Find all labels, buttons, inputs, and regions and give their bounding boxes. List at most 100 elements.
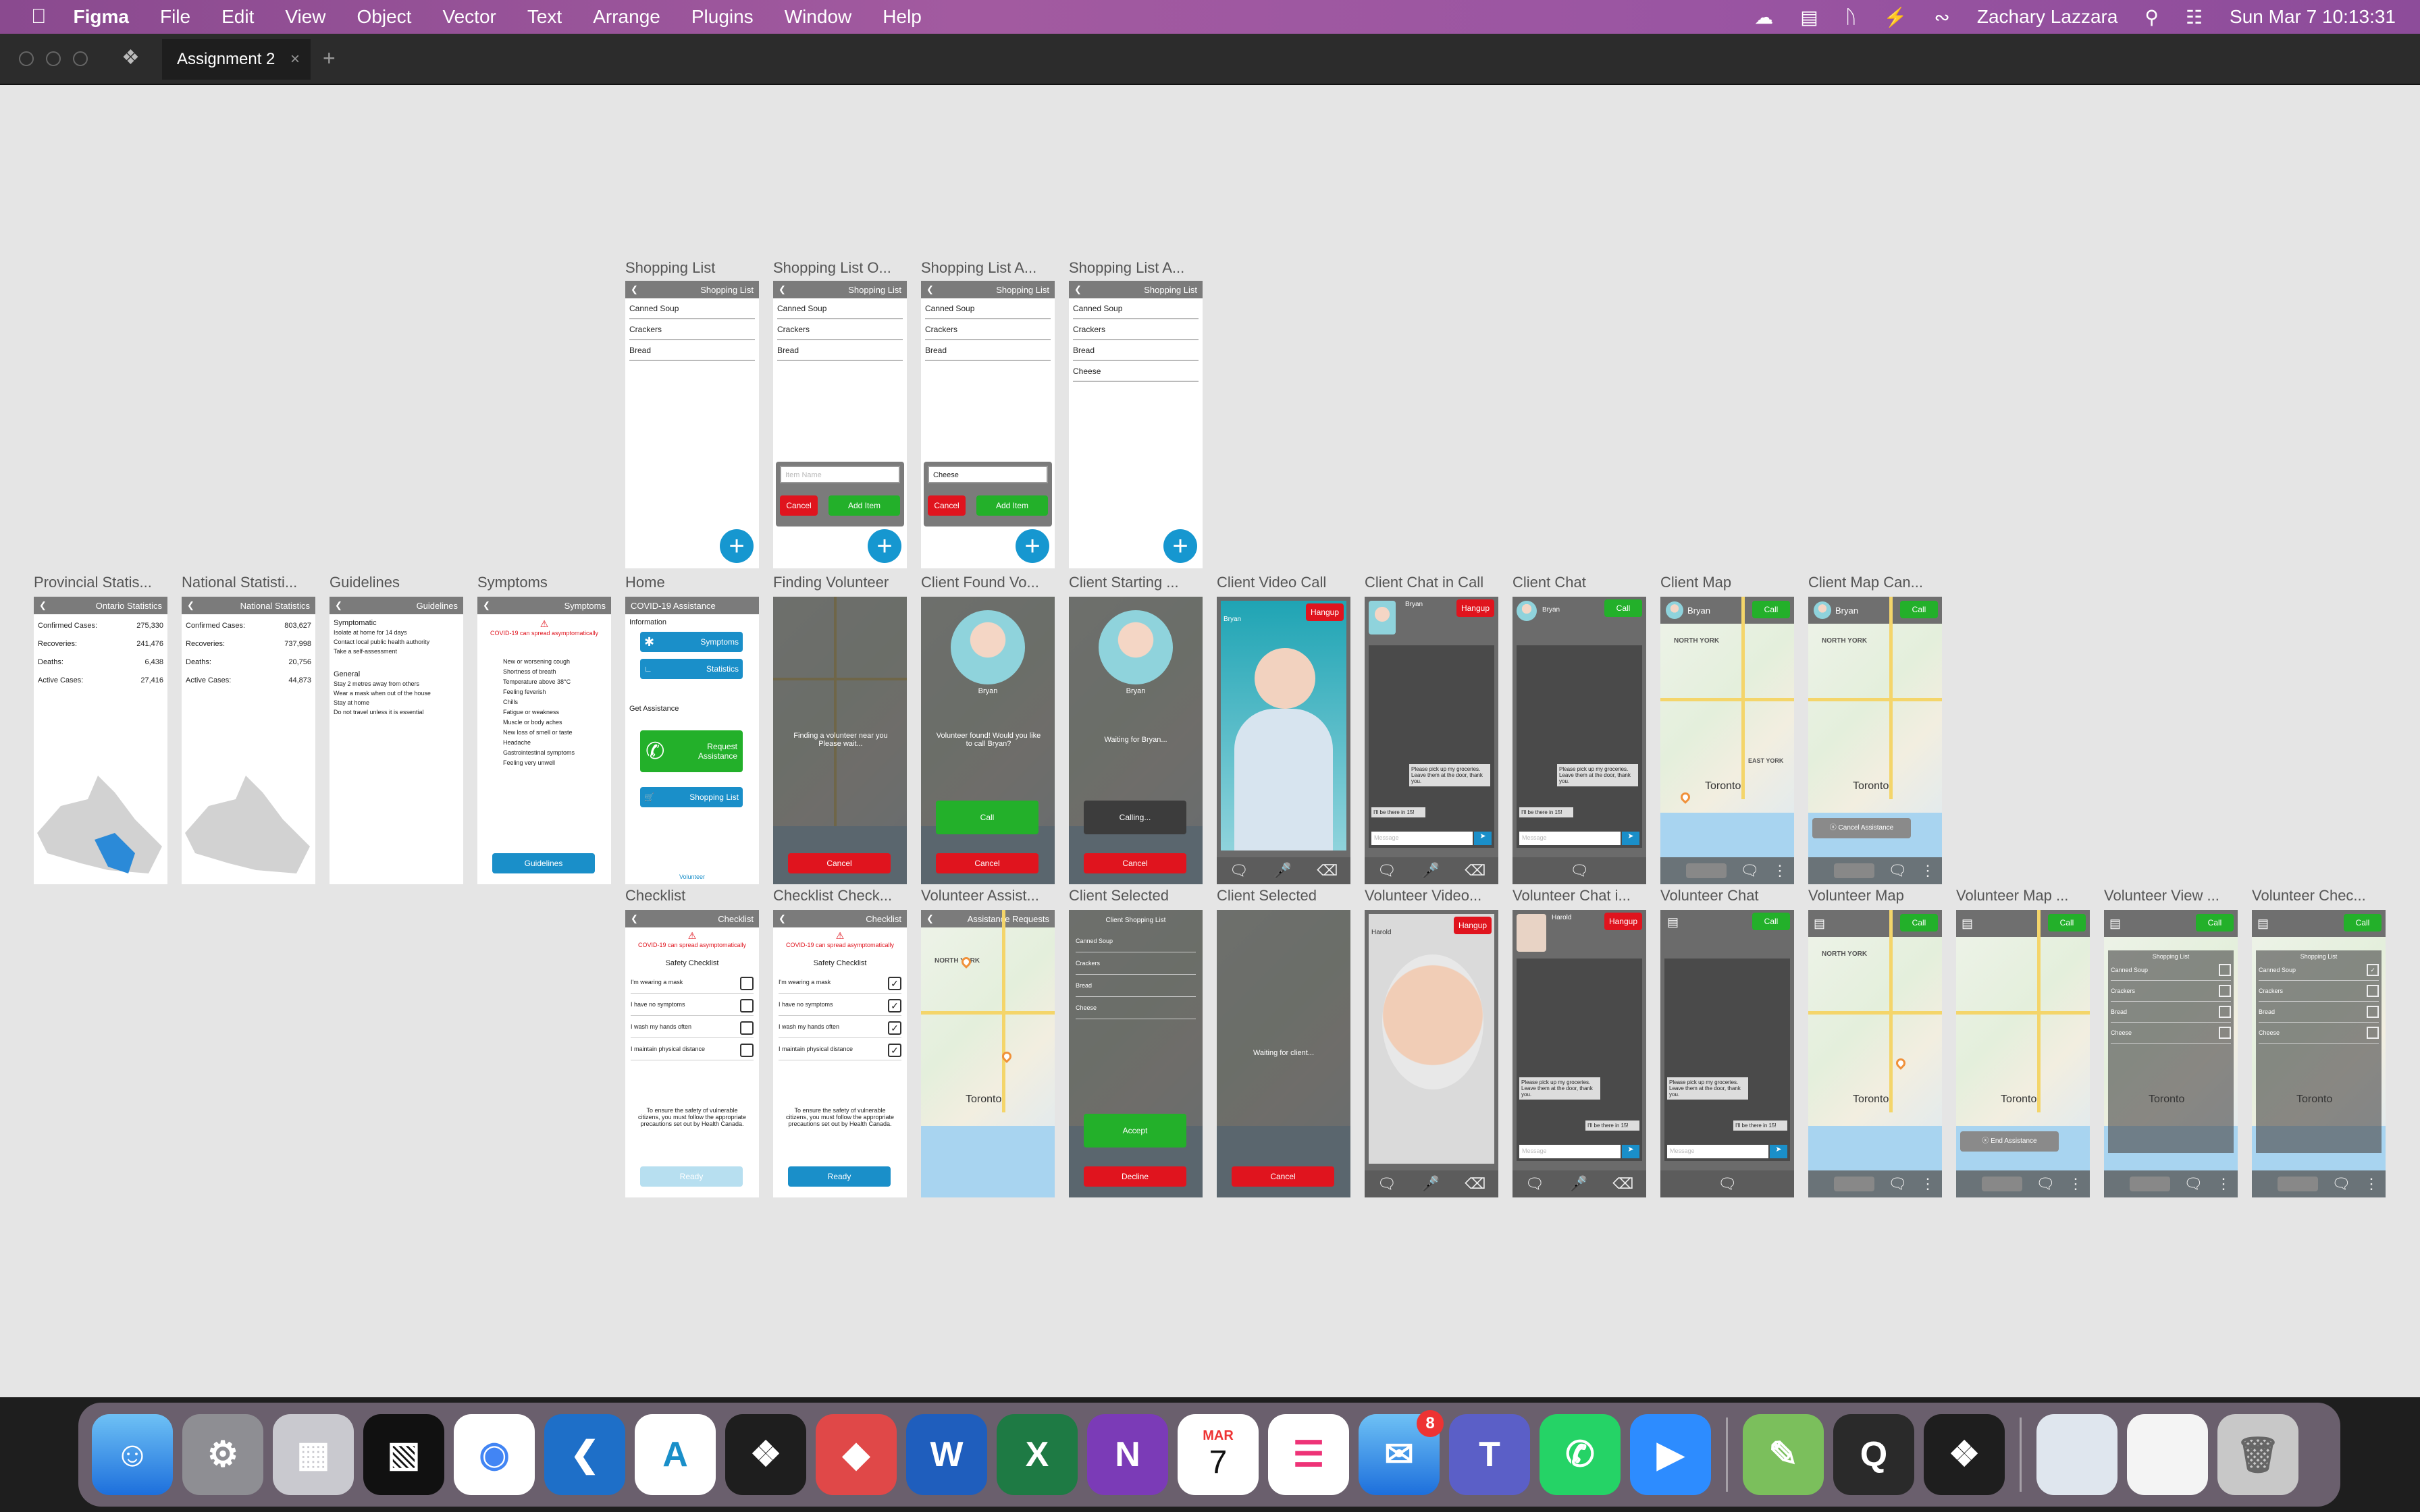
list-item[interactable]: Crackers	[629, 319, 755, 340]
frame-label[interactable]: Volunteer Chat i...	[1512, 887, 1648, 905]
frame-label[interactable]: Shopping List A...	[1069, 259, 1204, 277]
frame-volunteer-chat-in-call[interactable]: Harold Hangup Please pick up my grocerie…	[1512, 910, 1646, 1197]
minimized-document-icon[interactable]	[2127, 1414, 2208, 1495]
list-item[interactable]: Bread	[925, 340, 1051, 361]
chat-icon[interactable]: 🗨	[2332, 1175, 2350, 1193]
frame-label[interactable]: Symptoms	[477, 574, 612, 591]
message-input[interactable]: Message	[1667, 1145, 1768, 1158]
cancel-button[interactable]: Cancel	[780, 495, 818, 516]
add-icon[interactable]: +	[868, 529, 901, 563]
back-icon[interactable]: ❮	[335, 600, 342, 611]
frame-label[interactable]: Guidelines	[330, 574, 465, 591]
decline-button[interactable]: Decline	[1084, 1166, 1186, 1187]
window-minimize-button[interactable]	[46, 51, 61, 66]
checkbox[interactable]	[2367, 1027, 2379, 1039]
menu-icon[interactable]	[1834, 863, 1875, 878]
close-tab-icon[interactable]: ×	[290, 50, 300, 69]
cancel-button[interactable]: Cancel	[788, 853, 891, 873]
send-icon[interactable]: ➤	[1770, 1145, 1787, 1158]
frame-label[interactable]: Client Selected	[1069, 887, 1204, 905]
frame-label[interactable]: Client Starting ...	[1069, 574, 1204, 591]
cancel-assistance-button[interactable]: ⓧ Cancel Assistance	[1812, 818, 1911, 838]
frame-client-map-cancel[interactable]: Bryan Call NORTH YORK Toronto ⓧ Cancel A…	[1808, 597, 1942, 884]
send-icon[interactable]: ➤	[1474, 832, 1492, 845]
request-assistance-button[interactable]: ✆ Request Assistance	[640, 730, 743, 772]
back-icon[interactable]: ❮	[187, 600, 194, 611]
trash-icon[interactable]: 🗑	[2217, 1414, 2298, 1495]
list-item[interactable]: Crackers	[1073, 319, 1199, 340]
frame-label[interactable]: National Statisti...	[182, 574, 317, 591]
checkbox[interactable]	[740, 1044, 754, 1057]
figma-canvas[interactable]: Shopping List Shopping List O... Shoppin…	[0, 85, 2420, 1397]
back-icon[interactable]: ❮	[483, 600, 490, 611]
hangup-button[interactable]: Hangup	[1456, 599, 1494, 617]
more-icon[interactable]: ⋮	[1920, 862, 1935, 880]
menu-plugins[interactable]: Plugins	[691, 6, 754, 28]
send-icon[interactable]: ➤	[1622, 1145, 1639, 1158]
cancel-button[interactable]: Cancel	[1232, 1166, 1334, 1187]
checkbox[interactable]	[2219, 1027, 2231, 1039]
checkbox-checked[interactable]: ✓	[888, 1021, 901, 1035]
location-pin-icon[interactable]	[1894, 1056, 1908, 1070]
frame-label[interactable]: Finding Volunteer	[773, 574, 908, 591]
checkbox-checked[interactable]: ✓	[888, 999, 901, 1013]
add-icon[interactable]: +	[1163, 529, 1197, 563]
xcode-instruments-icon[interactable]: A	[635, 1414, 716, 1495]
call-button[interactable]: Call	[1604, 599, 1642, 617]
clock[interactable]: Sun Mar 7 10:13:31	[2230, 6, 2396, 28]
frame-volunteer-view-list[interactable]: ▤ Call Shopping List Canned Soup Cracker…	[2104, 910, 2238, 1197]
window-zoom-button[interactable]	[73, 51, 88, 66]
ready-button[interactable]: Ready	[640, 1166, 743, 1187]
message-input[interactable]: Message	[1519, 832, 1621, 845]
frame-checklist[interactable]: ❮ Checklist ⚠ COVID-19 can spread asympto…	[625, 910, 759, 1197]
back-icon[interactable]: ❮	[779, 284, 786, 295]
menu-vector[interactable]: Vector	[442, 6, 496, 28]
menu-icon[interactable]	[1982, 1177, 2023, 1191]
frame-checklist-checked[interactable]: ❮ Checklist ⚠ COVID-19 can spread asympto…	[773, 910, 907, 1197]
frame-label[interactable]: Checklist Check...	[773, 887, 908, 905]
list-item[interactable]: Bread	[2111, 1002, 2231, 1023]
frame-client-selected-list[interactable]: Client Shopping List Canned Soup Cracker…	[1069, 910, 1203, 1197]
user-name[interactable]: Zachary Lazzara	[1977, 6, 2118, 28]
frame-shopping-list-added[interactable]: ❮ Shopping List Canned Soup Crackers Brea…	[1069, 281, 1203, 568]
pages-icon[interactable]: ✎	[1743, 1414, 1824, 1495]
frame-client-chat-in-call[interactable]: Bryan Hangup Please pick up my groceries…	[1365, 597, 1498, 884]
mic-icon[interactable]: 🎤	[1421, 862, 1440, 880]
chrome-icon[interactable]: ◉	[454, 1414, 535, 1495]
shopping-list-button[interactable]: 🛒 Shopping List	[640, 787, 743, 807]
frame-finding-volunteer[interactable]: Finding a volunteer near you Please wait…	[773, 597, 907, 884]
calendar-icon[interactable]: MAR 7	[1178, 1414, 1259, 1495]
frame-label[interactable]: Client Chat	[1512, 574, 1648, 591]
frame-label[interactable]: Shopping List A...	[921, 259, 1056, 277]
frame-volunteer-check-list[interactable]: ▤ Call Shopping List Canned Soup ✓ Cracke…	[2252, 910, 2386, 1197]
checklist-item[interactable]: I maintain physical distance ✓	[779, 1038, 901, 1060]
checkbox[interactable]	[2219, 1006, 2231, 1018]
frame-client-selected-waiting[interactable]: Waiting for client... Cancel	[1217, 910, 1350, 1197]
list-item[interactable]: Cheese	[1073, 361, 1199, 382]
checkbox[interactable]	[740, 977, 754, 990]
frame-symptoms[interactable]: ❮ Symptoms ⚠ COVID-19 can spread asymptom…	[477, 597, 611, 884]
launchpad-icon[interactable]: ▦	[273, 1414, 354, 1495]
item-name-input[interactable]: Item Name	[780, 466, 900, 483]
frame-client-found-volunteer[interactable]: Bryan Volunteer found! Would you like to…	[921, 597, 1055, 884]
hangup-button[interactable]: Hangup	[1306, 603, 1344, 621]
checkbox[interactable]	[2219, 964, 2231, 976]
git-kraken-icon[interactable]: ◆	[816, 1414, 897, 1495]
chat-icon[interactable]: 🗨	[1718, 1175, 1737, 1193]
frame-label[interactable]: Client Map	[1660, 574, 1795, 591]
checkbox[interactable]	[2219, 985, 2231, 997]
frame-label[interactable]: Provincial Statis...	[34, 574, 169, 591]
menu-arrange[interactable]: Arrange	[593, 6, 660, 28]
list-item[interactable]: Bread	[777, 340, 903, 361]
back-icon[interactable]: ❮	[926, 913, 934, 924]
list-item[interactable]: Crackers	[925, 319, 1051, 340]
message-input[interactable]: Message	[1519, 1145, 1621, 1158]
frame-shopping-list-add[interactable]: ❮ Shopping List Canned Soup Crackers Brea…	[921, 281, 1055, 568]
minimized-window-icon[interactable]	[2036, 1414, 2118, 1495]
frame-label[interactable]: Volunteer Map	[1808, 887, 1943, 905]
frame-client-video-call[interactable]: Bryan Hangup 🗨 🎤 ⌫	[1217, 597, 1350, 884]
list-item[interactable]: Canned Soup ✓	[2259, 960, 2379, 981]
display-icon[interactable]: ▤	[1800, 6, 1818, 28]
back-icon[interactable]: ❮	[631, 913, 638, 924]
list-item[interactable]: Canned Soup	[629, 298, 755, 319]
